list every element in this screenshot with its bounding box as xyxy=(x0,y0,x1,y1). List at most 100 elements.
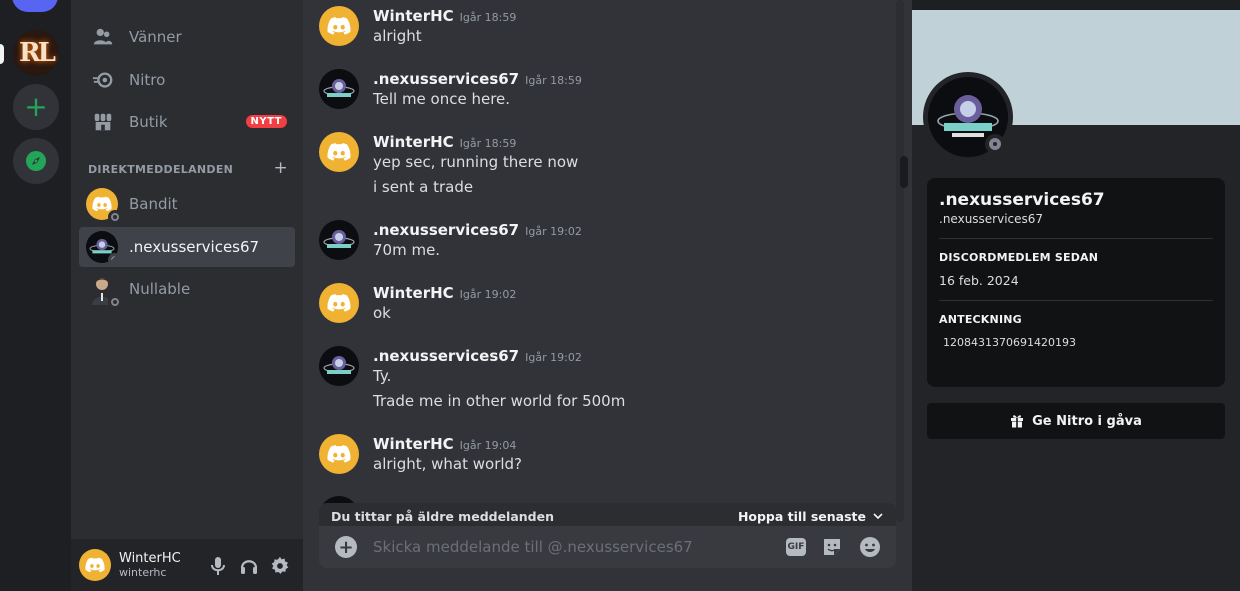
avatar xyxy=(86,188,122,224)
user-profile-panel: .nexusservices67 .nexusservices67 DISCOR… xyxy=(912,0,1240,591)
nav-shop[interactable]: Butik NYTT xyxy=(79,103,295,141)
gift-nitro-label: Ge Nitro i gåva xyxy=(1032,413,1142,429)
nav-friends-label: Vänner xyxy=(129,28,182,46)
explore-servers-button[interactable] xyxy=(13,138,59,184)
message-timestamp: Igår 19:02 xyxy=(525,225,582,238)
shop-icon xyxy=(91,110,115,134)
microphone-icon xyxy=(211,557,225,575)
message-author[interactable]: .nexusservices67 xyxy=(373,347,519,365)
sticker-button[interactable] xyxy=(820,535,844,559)
panel-top-strip xyxy=(912,0,1240,10)
compass-icon xyxy=(26,151,46,171)
headphones-button[interactable] xyxy=(238,555,260,577)
nitro-icon xyxy=(91,68,115,92)
nav-nitro-label: Nitro xyxy=(129,71,166,89)
older-messages-label: Du tittar på äldre meddelanden xyxy=(331,508,555,524)
discord-logo-icon xyxy=(327,294,351,312)
message-text: Trade me in other world for 500m xyxy=(373,392,626,410)
message-input[interactable]: Skicka meddelande till @.nexusservices67 xyxy=(373,538,786,556)
dm-item-nexusservices67[interactable]: .nexusservices67 xyxy=(79,227,295,267)
nav-nitro[interactable]: Nitro xyxy=(79,61,295,99)
gift-nitro-button[interactable]: Ge Nitro i gåva xyxy=(927,403,1225,439)
author-avatar[interactable] xyxy=(319,346,359,386)
jump-to-latest-button[interactable]: Hoppa till senaste xyxy=(738,509,884,524)
user-tag: winterhc xyxy=(119,566,167,579)
member-since-label: DISCORDMEDLEM SEDAN xyxy=(939,251,1099,264)
author-avatar[interactable] xyxy=(319,69,359,109)
message-timestamp: Igår 18:59 xyxy=(459,137,517,150)
dm-name: Bandit xyxy=(129,195,178,213)
chat-scroll-thumb[interactable] xyxy=(900,156,908,188)
message-text: i sent a trade xyxy=(373,178,474,196)
user-panel: WinterHC winterhc xyxy=(71,539,303,591)
member-since-value: 16 feb. 2024 xyxy=(939,273,1019,288)
dm-section-header: DIREKTMEDDELANDEN + xyxy=(88,158,288,178)
message-author[interactable]: WinterHC xyxy=(373,435,454,453)
message-timestamp: Igår 19:02 xyxy=(459,288,517,301)
message-text: Tell me once here. xyxy=(373,90,511,108)
chevron-down-icon xyxy=(873,513,883,520)
dm-name: Nullable xyxy=(129,280,191,298)
sticker-icon xyxy=(824,539,840,555)
message-text: alright xyxy=(373,27,422,45)
server-rl-icon[interactable]: RL xyxy=(13,30,59,76)
profile-username: .nexusservices67 xyxy=(939,212,1044,226)
author-avatar[interactable] xyxy=(319,283,359,323)
discord-logo-icon xyxy=(92,196,112,212)
avatar xyxy=(86,231,118,263)
nav-shop-label: Butik xyxy=(129,113,168,131)
server-indicator xyxy=(0,44,4,64)
nexus-logo-icon xyxy=(319,346,359,386)
nexus-logo-icon xyxy=(319,220,359,260)
discord-logo-icon xyxy=(327,445,351,463)
offline-status-icon xyxy=(985,134,1005,154)
server-rail: RL + xyxy=(0,0,71,591)
settings-button[interactable] xyxy=(269,555,291,577)
chat-scrollbar[interactable] xyxy=(896,0,904,522)
message-author[interactable]: .nexusservices67 xyxy=(373,70,519,88)
user-display-name: WinterHC xyxy=(119,551,181,566)
message-timestamp: Igår 19:02 xyxy=(525,351,582,364)
dm-item-nullable[interactable]: Nullable xyxy=(79,269,295,309)
discord-logo-icon xyxy=(85,557,105,573)
message-author[interactable]: .nexusservices67 xyxy=(373,221,519,239)
nav-friends[interactable]: Vänner xyxy=(79,18,295,56)
add-attachment-button[interactable]: + xyxy=(335,536,357,558)
new-badge: NYTT xyxy=(245,115,287,128)
message-timestamp: Igår 19:04 xyxy=(459,439,517,452)
add-server-button[interactable]: + xyxy=(13,84,59,130)
message-author[interactable]: WinterHC xyxy=(373,284,454,302)
gift-icon xyxy=(1011,415,1024,428)
message-timestamp: Igår 18:59 xyxy=(459,11,517,24)
microphone-button[interactable] xyxy=(207,555,229,577)
emoji-button[interactable] xyxy=(858,535,882,559)
create-dm-button[interactable]: + xyxy=(273,158,288,178)
message-author[interactable]: WinterHC xyxy=(373,7,454,25)
note-label: ANTECKNING xyxy=(939,313,1022,326)
message-text: ok xyxy=(373,304,391,322)
author-avatar[interactable] xyxy=(319,434,359,474)
gif-button[interactable]: GIF xyxy=(786,538,806,556)
discord-logo-icon xyxy=(327,17,351,35)
message-text: Ty. xyxy=(373,367,392,385)
message-composer: + Skicka meddelande till @.nexusservices… xyxy=(319,526,896,568)
message-author[interactable]: WinterHC xyxy=(373,133,454,151)
user-names[interactable]: WinterHC winterhc xyxy=(119,551,181,579)
user-avatar[interactable] xyxy=(79,549,111,581)
home-button[interactable] xyxy=(12,0,58,12)
author-avatar[interactable] xyxy=(319,132,359,172)
note-input[interactable]: 1208431370691420193 xyxy=(939,336,1213,349)
message-timestamp: Igår 18:59 xyxy=(525,74,582,87)
profile-avatar[interactable] xyxy=(923,72,1013,162)
divider xyxy=(939,300,1213,301)
emoji-icon xyxy=(860,537,880,557)
author-avatar[interactable] xyxy=(319,6,359,46)
jump-to-latest-label: Hoppa till senaste xyxy=(737,508,866,524)
dm-item-bandit[interactable]: Bandit xyxy=(79,184,295,224)
message-text: alright, what world? xyxy=(373,455,523,473)
offline-status-icon xyxy=(108,295,122,309)
dm-name: .nexusservices67 xyxy=(129,238,260,256)
author-avatar[interactable] xyxy=(319,220,359,260)
avatar xyxy=(86,273,122,309)
dm-sidebar: Vänner Nitro Butik NYTT DIREKTMEDDELANDE… xyxy=(71,0,303,591)
